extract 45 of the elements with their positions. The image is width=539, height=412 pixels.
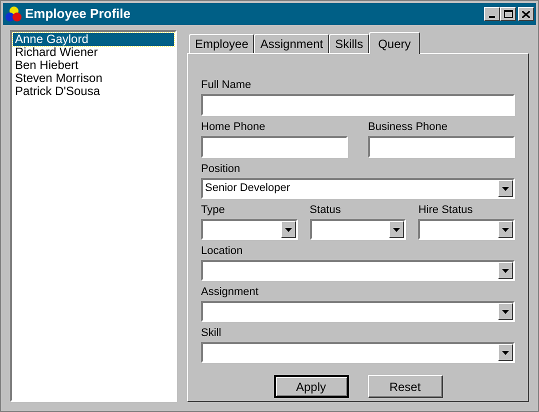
tab[interactable]: Query — [369, 32, 420, 54]
field-label: Type — [201, 203, 226, 217]
close-icon — [522, 10, 530, 18]
field-label: Hire Status — [418, 203, 474, 217]
dropdown-field[interactable] — [201, 301, 515, 322]
tab[interactable]: Assignment — [254, 34, 330, 53]
balls-icon — [5, 6, 22, 22]
field-label: Business Phone — [368, 120, 448, 134]
field-label: Assignment — [201, 285, 260, 299]
dialog-button[interactable]: Apply — [274, 375, 348, 398]
caret-icon[interactable] — [498, 344, 513, 361]
field-label: Full Name — [201, 78, 252, 92]
dropdown-field[interactable] — [201, 219, 298, 240]
list-item[interactable]: Patrick D'Sousa — [13, 85, 174, 98]
input-field[interactable] — [368, 136, 515, 158]
dropdown-field[interactable] — [310, 219, 406, 240]
dropdown-field[interactable] — [201, 260, 515, 281]
caret-icon[interactable] — [498, 303, 513, 320]
field-label: Status — [310, 203, 342, 217]
caret-icon[interactable] — [498, 221, 514, 238]
list-item[interactable]: Ben Hiebert — [13, 59, 174, 72]
caret-icon[interactable] — [498, 262, 513, 279]
dialog-button[interactable]: Reset — [368, 375, 442, 398]
tab[interactable]: Employee — [189, 34, 254, 53]
caret-icon[interactable] — [389, 221, 404, 238]
dropdown-field[interactable]: Senior Developer — [201, 178, 515, 199]
minimize-button[interactable] — [484, 7, 500, 21]
field-label: Home Phone — [201, 120, 266, 134]
input-field[interactable] — [201, 136, 348, 158]
list-item[interactable]: Richard Wiener — [13, 46, 174, 59]
field-label: Skill — [201, 326, 222, 340]
field-label: Position — [201, 162, 242, 176]
tab[interactable]: Skills — [329, 34, 370, 53]
window-title: Employee Profile — [25, 5, 132, 24]
dropdown-field[interactable] — [418, 219, 516, 240]
employee-list[interactable]: Anne Gaylord Richard Wiener Ben Hiebert Steven Morrison Patrick D'Sousa — [10, 30, 177, 402]
caret-icon[interactable] — [280, 221, 296, 238]
maximize-button[interactable] — [500, 7, 516, 21]
list-item[interactable]: Anne Gaylord — [13, 33, 174, 46]
input-field[interactable] — [201, 94, 515, 116]
caret-icon[interactable] — [498, 180, 513, 197]
list-item[interactable]: Steven Morrison — [13, 72, 174, 85]
dropdown-field[interactable] — [201, 342, 515, 363]
close-button[interactable] — [518, 7, 534, 21]
field-label: Location — [201, 244, 244, 258]
